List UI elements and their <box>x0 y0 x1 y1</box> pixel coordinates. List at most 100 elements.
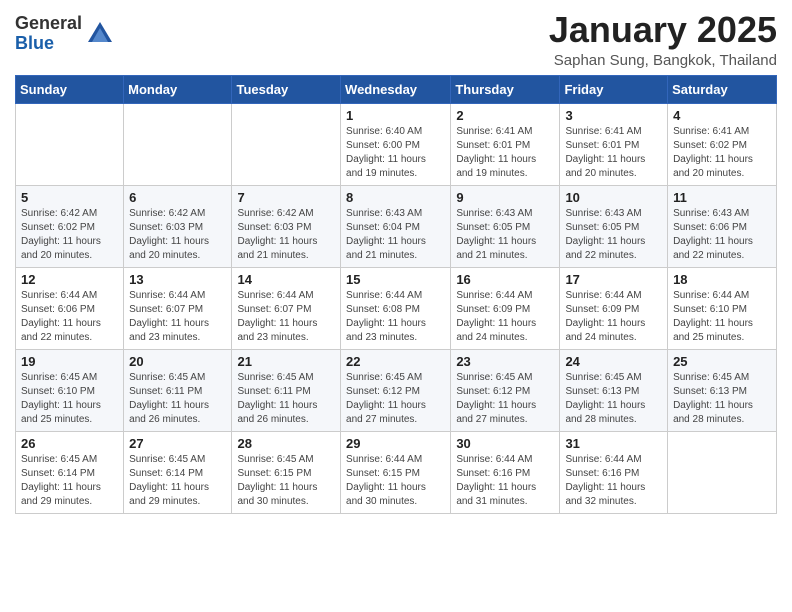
day-number: 10 <box>565 190 662 205</box>
calendar-cell: 17Sunrise: 6:44 AM Sunset: 6:09 PM Dayli… <box>560 267 668 349</box>
calendar-cell: 12 Sunrise: 6:44 AM Sunset: 6:06 PM Dayli… <box>16 267 124 349</box>
day-number: 16 <box>456 272 554 287</box>
calendar-cell: 19 Sunrise: 6:45 AM Sunset: 6:10 PM Dayli… <box>16 349 124 431</box>
weekday-header-monday: Monday <box>124 75 232 103</box>
calendar-cell: 11Sunrise: 6:43 AM Sunset: 6:06 PM Dayli… <box>668 185 777 267</box>
day-number: 22 <box>346 354 445 369</box>
logo-icon <box>86 20 114 48</box>
day-info: Sunrise: 6:45 AM Sunset: 6:11 PM Dayligh… <box>237 371 335 427</box>
calendar-cell: 5 Sunrise: 6:42 AM Sunset: 6:02 PM Daylig… <box>16 185 124 267</box>
calendar-cell: 1Sunrise: 6:40 AM Sunset: 6:00 PM Daylig… <box>341 103 451 185</box>
calendar-cell: 18Sunrise: 6:44 AM Sunset: 6:10 PM Dayli… <box>668 267 777 349</box>
day-info: Sunrise: 6:45 AM Sunset: 6:12 PM Dayligh… <box>346 371 445 427</box>
page-header: General Blue January 2025 Saphan Sung, B… <box>15 10 777 69</box>
calendar-location: Saphan Sung, Bangkok, Thailand <box>549 52 777 69</box>
calendar-cell: 23 Sunrise: 6:45 AM Sunset: 6:12 PM Dayli… <box>451 349 560 431</box>
day-number: 23 <box>456 354 554 369</box>
day-info: Sunrise: 6:45 AM Sunset: 6:15 PM Dayligh… <box>237 453 335 509</box>
calendar-cell: 26 Sunrise: 6:45 AM Sunset: 6:14 PM Dayli… <box>16 431 124 513</box>
weekday-header-row: SundayMondayTuesdayWednesdayThursdayFrid… <box>16 75 777 103</box>
day-number: 4 <box>673 108 771 123</box>
day-number: 19 <box>21 354 118 369</box>
day-number: 29 <box>346 436 445 451</box>
calendar-cell: 3Sunrise: 6:41 AM Sunset: 6:01 PM Daylig… <box>560 103 668 185</box>
day-number: 20 <box>129 354 226 369</box>
logo-general-text: General <box>15 14 82 34</box>
day-info: Sunrise: 6:45 AM Sunset: 6:10 PM Dayligh… <box>21 371 118 427</box>
calendar-cell: 10 Sunrise: 6:43 AM Sunset: 6:05 PM Dayli… <box>560 185 668 267</box>
day-number: 9 <box>456 190 554 205</box>
calendar-cell: 25 Sunrise: 6:45 AM Sunset: 6:13 PM Dayli… <box>668 349 777 431</box>
day-number: 14 <box>237 272 335 287</box>
day-number: 15 <box>346 272 445 287</box>
weekday-header-tuesday: Tuesday <box>232 75 341 103</box>
day-number: 5 <box>21 190 118 205</box>
day-info: Sunrise: 6:43 AM Sunset: 6:05 PM Dayligh… <box>565 207 662 263</box>
calendar-cell: 7 Sunrise: 6:42 AM Sunset: 6:03 PM Daylig… <box>232 185 341 267</box>
calendar-cell: 8 Sunrise: 6:43 AM Sunset: 6:04 PM Daylig… <box>341 185 451 267</box>
calendar-cell <box>124 103 232 185</box>
day-info: Sunrise: 6:42 AM Sunset: 6:03 PM Dayligh… <box>237 207 335 263</box>
day-info: Sunrise: 6:45 AM Sunset: 6:13 PM Dayligh… <box>565 371 662 427</box>
calendar-cell: 9Sunrise: 6:43 AM Sunset: 6:05 PM Daylig… <box>451 185 560 267</box>
calendar-cell <box>16 103 124 185</box>
calendar-cell: 21 Sunrise: 6:45 AM Sunset: 6:11 PM Dayli… <box>232 349 341 431</box>
calendar-cell: 2 Sunrise: 6:41 AM Sunset: 6:01 PM Daylig… <box>451 103 560 185</box>
calendar-title: January 2025 <box>549 10 777 50</box>
calendar-cell: 27Sunrise: 6:45 AM Sunset: 6:14 PM Dayli… <box>124 431 232 513</box>
day-number: 21 <box>237 354 335 369</box>
calendar-cell: 4 Sunrise: 6:41 AM Sunset: 6:02 PM Daylig… <box>668 103 777 185</box>
calendar-cell: 28 Sunrise: 6:45 AM Sunset: 6:15 PM Dayli… <box>232 431 341 513</box>
calendar-cell: 13 Sunrise: 6:44 AM Sunset: 6:07 PM Dayli… <box>124 267 232 349</box>
day-info: Sunrise: 6:44 AM Sunset: 6:09 PM Dayligh… <box>456 289 554 345</box>
day-info: Sunrise: 6:45 AM Sunset: 6:14 PM Dayligh… <box>129 453 226 509</box>
calendar-cell: 6 Sunrise: 6:42 AM Sunset: 6:03 PM Daylig… <box>124 185 232 267</box>
day-info: Sunrise: 6:43 AM Sunset: 6:04 PM Dayligh… <box>346 207 445 263</box>
day-info: Sunrise: 6:41 AM Sunset: 6:01 PM Dayligh… <box>456 125 554 181</box>
calendar-week-row: 1Sunrise: 6:40 AM Sunset: 6:00 PM Daylig… <box>16 103 777 185</box>
logo: General Blue <box>15 14 114 54</box>
day-info: Sunrise: 6:41 AM Sunset: 6:02 PM Dayligh… <box>673 125 771 181</box>
calendar-week-row: 12 Sunrise: 6:44 AM Sunset: 6:06 PM Dayli… <box>16 267 777 349</box>
day-info: Sunrise: 6:45 AM Sunset: 6:12 PM Dayligh… <box>456 371 554 427</box>
day-number: 7 <box>237 190 335 205</box>
calendar-cell: 29 Sunrise: 6:44 AM Sunset: 6:15 PM Dayli… <box>341 431 451 513</box>
calendar-week-row: 5 Sunrise: 6:42 AM Sunset: 6:02 PM Daylig… <box>16 185 777 267</box>
day-info: Sunrise: 6:44 AM Sunset: 6:16 PM Dayligh… <box>565 453 662 509</box>
day-info: Sunrise: 6:45 AM Sunset: 6:11 PM Dayligh… <box>129 371 226 427</box>
calendar-cell <box>232 103 341 185</box>
day-number: 31 <box>565 436 662 451</box>
calendar-cell: 16 Sunrise: 6:44 AM Sunset: 6:09 PM Dayli… <box>451 267 560 349</box>
day-info: Sunrise: 6:44 AM Sunset: 6:07 PM Dayligh… <box>237 289 335 345</box>
day-info: Sunrise: 6:42 AM Sunset: 6:02 PM Dayligh… <box>21 207 118 263</box>
day-number: 24 <box>565 354 662 369</box>
day-number: 18 <box>673 272 771 287</box>
day-info: Sunrise: 6:44 AM Sunset: 6:08 PM Dayligh… <box>346 289 445 345</box>
day-info: Sunrise: 6:44 AM Sunset: 6:06 PM Dayligh… <box>21 289 118 345</box>
calendar-cell: 24 Sunrise: 6:45 AM Sunset: 6:13 PM Dayli… <box>560 349 668 431</box>
calendar-cell: 30Sunrise: 6:44 AM Sunset: 6:16 PM Dayli… <box>451 431 560 513</box>
day-info: Sunrise: 6:44 AM Sunset: 6:09 PM Dayligh… <box>565 289 662 345</box>
day-number: 26 <box>21 436 118 451</box>
day-number: 2 <box>456 108 554 123</box>
day-number: 8 <box>346 190 445 205</box>
day-info: Sunrise: 6:44 AM Sunset: 6:15 PM Dayligh… <box>346 453 445 509</box>
weekday-header-friday: Friday <box>560 75 668 103</box>
weekday-header-sunday: Sunday <box>16 75 124 103</box>
day-info: Sunrise: 6:44 AM Sunset: 6:07 PM Dayligh… <box>129 289 226 345</box>
day-info: Sunrise: 6:45 AM Sunset: 6:13 PM Dayligh… <box>673 371 771 427</box>
day-number: 25 <box>673 354 771 369</box>
calendar-table: SundayMondayTuesdayWednesdayThursdayFrid… <box>15 75 777 514</box>
day-number: 28 <box>237 436 335 451</box>
logo-blue-text: Blue <box>15 34 82 54</box>
day-number: 13 <box>129 272 226 287</box>
day-number: 12 <box>21 272 118 287</box>
weekday-header-thursday: Thursday <box>451 75 560 103</box>
day-number: 6 <box>129 190 226 205</box>
calendar-week-row: 26 Sunrise: 6:45 AM Sunset: 6:14 PM Dayli… <box>16 431 777 513</box>
day-info: Sunrise: 6:42 AM Sunset: 6:03 PM Dayligh… <box>129 207 226 263</box>
day-info: Sunrise: 6:45 AM Sunset: 6:14 PM Dayligh… <box>21 453 118 509</box>
weekday-header-wednesday: Wednesday <box>341 75 451 103</box>
weekday-header-saturday: Saturday <box>668 75 777 103</box>
day-number: 11 <box>673 190 771 205</box>
